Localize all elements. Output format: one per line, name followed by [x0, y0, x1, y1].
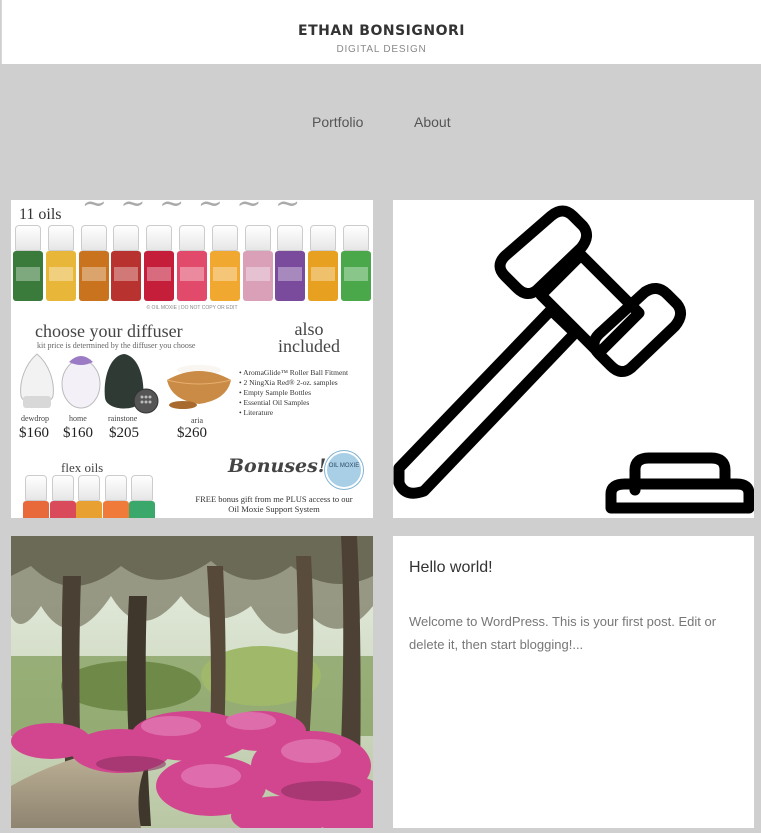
diffuser-heading: choose your diffuser — [35, 321, 183, 341]
portfolio-card-gavel[interactable] — [393, 200, 754, 518]
also-included-heading: also included — [278, 319, 340, 356]
oil-bottle — [13, 225, 43, 303]
site-header: ETHAN BONSIGNORI DIGITAL DESIGN — [1, 0, 761, 64]
gavel-icon — [393, 205, 754, 514]
included-item: • AromaGlide™ Roller Ball Fitment — [239, 368, 349, 377]
included-item: • 2 NingXia Red® 2-oz. samples — [239, 378, 338, 387]
main-nav: Portfolio About — [0, 64, 761, 174]
diffuser-price: $205 — [109, 425, 139, 441]
aria-diffuser-icon — [166, 365, 232, 409]
azalea-trees-photo — [11, 536, 373, 828]
site-title[interactable]: ETHAN BONSIGNORI — [2, 23, 761, 39]
oil-bottle — [45, 225, 76, 303]
oil-count-label: 11 oils — [19, 206, 62, 223]
bonus-description: FREE bonus gift from me PLUS access to o… — [195, 494, 353, 514]
oil-bottle — [275, 225, 306, 303]
post-excerpt: Welcome to WordPress. This is your first… — [409, 614, 717, 652]
portfolio-card-oils-flyer[interactable]: ~ ~ ~ ~ ~ ~ 11 oils © OIL MOXIE | DO NOT… — [11, 200, 373, 518]
flyer-script-heading: ~ ~ ~ ~ ~ ~ — [81, 200, 303, 221]
diffuser-price: $260 — [177, 425, 207, 441]
copyright-note: © OIL MOXIE | DO NOT COPY OR EDIT — [146, 305, 238, 311]
home-diffuser-icon — [61, 356, 101, 409]
diffuser-price: $160 — [19, 425, 49, 441]
flex-oils-heading: flex oils — [61, 460, 104, 475]
blog-post-card[interactable]: Hello world! Welcome to WordPress. This … — [393, 536, 754, 828]
diffuser-name: aria — [191, 416, 203, 425]
flex-oil-bottle — [49, 475, 76, 518]
included-item: • Empty Sample Bottles — [239, 388, 311, 397]
nav-item-about[interactable]: About — [414, 114, 451, 130]
oil-bottles — [13, 225, 373, 303]
oil-moxie-seal: OIL MOXIE — [325, 451, 363, 489]
flex-oil-bottle — [23, 475, 49, 518]
site-tagline: DIGITAL DESIGN — [336, 44, 427, 55]
bonuses-heading: Bonuses! — [228, 455, 327, 477]
oil-bottle — [341, 225, 371, 303]
flex-oil-bottle — [102, 475, 129, 518]
remote-icon — [133, 388, 159, 414]
oil-bottle — [177, 225, 207, 303]
nav-item-portfolio[interactable]: Portfolio — [312, 114, 363, 130]
flex-oil-bottle — [129, 475, 155, 518]
flex-oil-bottles — [23, 475, 173, 518]
diffuser-price: $160 — [63, 425, 93, 441]
post-title[interactable]: Hello world! — [409, 559, 493, 577]
diffuser-subheading: kit price is determined by the diffuser … — [37, 341, 196, 350]
included-item: • Essential Oil Samples — [239, 398, 310, 407]
diffuser-name: dewdrop — [21, 414, 49, 423]
included-item: • Literature — [239, 408, 274, 417]
oil-bottle — [78, 225, 109, 303]
flex-oil-bottle — [76, 475, 102, 518]
oil-bottle — [242, 225, 273, 303]
oil-bottle — [209, 225, 240, 303]
oil-bottle — [144, 225, 175, 303]
oil-bottle — [111, 225, 142, 303]
portfolio-card-photo[interactable] — [11, 536, 373, 828]
included-items-list: • AromaGlide™ Roller Ball Fitment • 2 Ni… — [239, 368, 371, 418]
diffuser-name: home — [69, 414, 87, 423]
dewdrop-diffuser-icon — [20, 353, 54, 408]
oil-bottle — [308, 225, 339, 303]
diffuser-name: rainstone — [108, 414, 138, 423]
